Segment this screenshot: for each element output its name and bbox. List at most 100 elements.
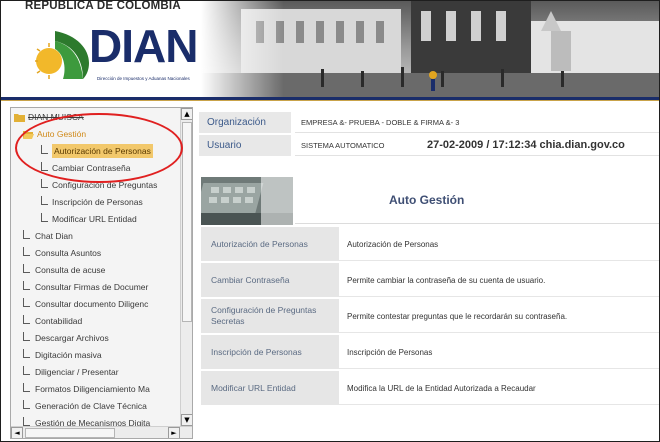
option-row[interactable]: Autorización de Personas Autorización de… [201, 227, 659, 261]
folder-icon [14, 114, 25, 122]
organization-label: Organización [199, 112, 291, 133]
tree-connector [23, 332, 30, 341]
user-label: Usuario [199, 135, 291, 156]
horizontal-scrollbar[interactable]: ◄ ► [11, 426, 192, 438]
scroll-down-button[interactable]: ▼ [181, 414, 192, 426]
tree-item-label: Inscripción de Personas [52, 197, 143, 207]
tree-item-cambiar-contrasena[interactable]: Cambiar Contraseña [11, 160, 181, 177]
tree-item-formatos-diligenciamiento[interactable]: Formatos Diligenciamiento Ma [11, 381, 181, 398]
tree-item-consulta-asuntos[interactable]: Consulta Asuntos [11, 245, 181, 262]
dian-logo-subtitle: Dirección de Impuestos y Aduanas Naciona… [97, 76, 190, 81]
vertical-scrollbar[interactable]: ▲ ▼ [180, 108, 192, 426]
tree-connector [41, 145, 48, 154]
tree-connector [23, 230, 30, 239]
tree-item-generacion-clave[interactable]: Generación de Clave Técnica [11, 398, 181, 415]
open-folder-icon [23, 131, 34, 139]
session-datetime: 27-02-2009 / 17:12:34 chia.dian.gov.co [427, 139, 625, 151]
tree-item-label: Chat Dian [35, 231, 73, 241]
tree-item-label: Consultar Firmas de Documer [35, 282, 149, 292]
organization-value: EMPRESA &- PRUEBA - DOBLE & FIRMA &- 3 [295, 112, 659, 133]
main-content: Organización EMPRESA &- PRUEBA - DOBLE &… [199, 107, 659, 439]
tree-item-consultar-documento[interactable]: Consultar documento Diligenc [11, 296, 181, 313]
horizontal-scroll-thumb[interactable] [25, 428, 115, 438]
organization-row: Organización EMPRESA &- PRUEBA - DOBLE &… [199, 112, 659, 133]
option-description: Permite contestar preguntas que le recor… [347, 311, 568, 321]
tree-item-label: Contabilidad [35, 316, 83, 326]
tree-root-label: DIAN MUISCA [28, 112, 84, 122]
building-banner-image [201, 1, 659, 97]
tree-item-label: Descargar Archivos [35, 333, 109, 343]
section-divider [295, 223, 659, 224]
tree-item-label: Generación de Clave Técnica [35, 401, 147, 411]
section-header: Auto Gestión [199, 177, 659, 225]
tree-connector [23, 264, 30, 273]
tree-connector [41, 213, 48, 222]
option-name[interactable]: Autorización de Personas [201, 227, 339, 261]
option-description: Inscripción de Personas [347, 347, 433, 357]
tree-item-contabilidad[interactable]: Contabilidad [11, 313, 181, 330]
tree-item-chat-dian[interactable]: Chat Dian [11, 228, 181, 245]
tree-root[interactable]: DIAN MUISCA [11, 109, 181, 126]
option-row[interactable]: Inscripción de Personas Inscripción de P… [201, 335, 659, 369]
keyboard-image [201, 177, 293, 225]
tree-item-label: Formatos Diligenciamiento Ma [35, 384, 150, 394]
tree-item-label: Gestión de Mecanismos Digita [35, 418, 151, 426]
tree-item-label: Consulta Asuntos [35, 248, 102, 258]
tree-item-label: Consulta de acuse [35, 265, 106, 275]
tree-connector [23, 366, 30, 375]
navigation-tree: DIAN MUISCA Auto Gestión Autorización de… [10, 107, 193, 439]
tree-connector [41, 179, 48, 188]
tree-item-label: Auto Gestión [37, 129, 87, 139]
scroll-left-button[interactable]: ◄ [11, 427, 23, 438]
tree-item-consulta-acuse[interactable]: Consulta de acuse [11, 262, 181, 279]
tree-viewport: DIAN MUISCA Auto Gestión Autorización de… [11, 108, 181, 426]
user-value: SISTEMA AUTOMATICO [301, 141, 385, 150]
tree-item-configuracion-preguntas[interactable]: Configuración de Preguntas [11, 177, 181, 194]
section-title: Auto Gestión [389, 193, 465, 207]
header-divider-gold [1, 100, 659, 101]
tree-connector [23, 400, 30, 409]
tree-item-label: Digitación masiva [35, 350, 102, 360]
scroll-up-button[interactable]: ▲ [181, 108, 192, 120]
user-row: Usuario SISTEMA AUTOMATICO 27-02-2009 / … [199, 135, 659, 156]
tree-item-digitacion-masiva[interactable]: Digitación masiva [11, 347, 181, 364]
option-row[interactable]: Configuración de Preguntas Secretas Perm… [201, 299, 659, 333]
option-name[interactable]: Modificar URL Entidad [201, 371, 339, 405]
tree-item-inscripcion-personas[interactable]: Inscripción de Personas [11, 194, 181, 211]
option-name[interactable]: Configuración de Preguntas Secretas [201, 299, 339, 333]
tree-item-label: Modificar URL Entidad [52, 214, 137, 224]
option-row[interactable]: Modificar URL Entidad Modifica la URL de… [201, 371, 659, 405]
app-window: REPUBLICA DE COLOMBIA DIAN Dirección de … [0, 0, 660, 442]
tree-item-consultar-firmas[interactable]: Consultar Firmas de Documer [11, 279, 181, 296]
tree-connector [23, 281, 30, 290]
option-description: Permite cambiar la contraseña de su cuen… [347, 275, 546, 285]
option-row[interactable]: Cambiar Contraseña Permite cambiar la co… [201, 263, 659, 297]
tree-item-descargar-archivos[interactable]: Descargar Archivos [11, 330, 181, 347]
tree-item-label: Consultar documento Diligenc [35, 299, 149, 309]
vertical-scroll-thumb[interactable] [182, 122, 192, 322]
tree-connector [23, 315, 30, 324]
option-description: Autorización de Personas [347, 239, 439, 249]
tree-connector [23, 247, 30, 256]
tree-item-diligenciar-presentar[interactable]: Diligenciar / Presentar [11, 364, 181, 381]
tree-item-label: Configuración de Preguntas [52, 180, 158, 190]
option-name[interactable]: Cambiar Contraseña [201, 263, 339, 297]
header: REPUBLICA DE COLOMBIA DIAN Dirección de … [1, 1, 659, 97]
tree-connector [23, 349, 30, 358]
dian-logo-text: DIAN [89, 20, 198, 72]
tree-item-gestion-mecanismos[interactable]: Gestión de Mecanismos Digita [11, 415, 181, 426]
tree-item-label: Autorización de Personas [52, 144, 153, 158]
tree-item-label: Cambiar Contraseña [52, 163, 131, 173]
country-title: REPUBLICA DE COLOMBIA [25, 1, 181, 12]
tree-connector [23, 383, 30, 392]
tree-item-auto-gestion[interactable]: Auto Gestión [11, 126, 181, 143]
tree-item-autorizacion-personas[interactable]: Autorización de Personas [11, 143, 181, 160]
tree-connector [23, 298, 30, 307]
tree-connector [41, 196, 48, 205]
scroll-right-button[interactable]: ► [168, 427, 180, 438]
tree-connector [23, 417, 30, 426]
option-name[interactable]: Inscripción de Personas [201, 335, 339, 369]
session-info: Organización EMPRESA &- PRUEBA - DOBLE &… [199, 107, 659, 157]
tree-item-modificar-url[interactable]: Modificar URL Entidad [11, 211, 181, 228]
tree-item-label: Diligenciar / Presentar [35, 367, 119, 377]
